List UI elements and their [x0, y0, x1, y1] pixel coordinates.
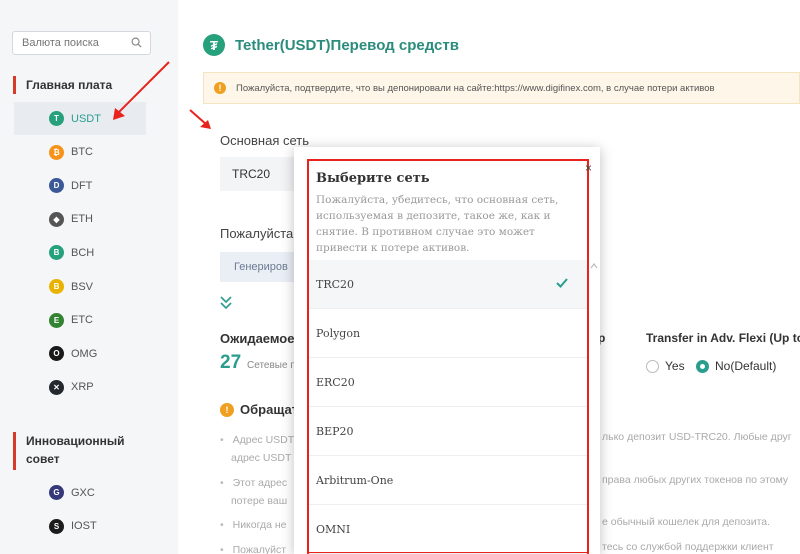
radio-no-circle[interactable]	[696, 359, 709, 373]
main-board-title: Главная плата	[13, 76, 112, 94]
close-icon[interactable]: ×	[585, 161, 592, 175]
title-row: ₮ Tether(USDT)Перевод средств	[203, 34, 459, 56]
btc-coin-icon: ₿	[49, 144, 64, 160]
innovation-title-line1: Инновационный	[26, 434, 125, 448]
bullet-line: Адрес USDT	[232, 434, 295, 446]
confirmations-label: Сетевые п	[247, 360, 296, 371]
bullet-continuation: тесь со службой поддержки клиент	[602, 541, 774, 553]
bullet-line: Этот адрес	[232, 477, 288, 489]
bullet-line: адрес USDT	[231, 452, 292, 464]
sidebar-item-eth[interactable]: ◆ ETH	[14, 203, 146, 236]
check-icon	[556, 278, 568, 288]
sidebar-item-label: XRP	[71, 381, 94, 394]
network-option-omni[interactable]: OMNI	[309, 505, 587, 554]
sidebar: Главная плата T USDT ₿ BTC D DFT ◆ ETH B BCH B BSV E…	[0, 0, 165, 554]
sidebar-item-omg[interactable]: O OMG	[14, 337, 146, 370]
bullet-continuation: права любых других токенов по этому	[602, 474, 789, 486]
confirmations-count: 27	[220, 352, 242, 373]
bch-coin-icon: B	[49, 245, 64, 261]
gxc-coin-icon: G	[49, 485, 64, 500]
sidebar-item-label: DFT	[71, 179, 93, 192]
scroll-up-icon[interactable]	[590, 262, 598, 270]
network-option-label: ERC20	[316, 375, 355, 389]
search-icon[interactable]	[131, 37, 142, 48]
sidebar-item-label: BTC	[71, 146, 93, 159]
sidebar-item-btc[interactable]: ₿ BTC	[14, 136, 146, 169]
bullet-item: Пожалуйст	[220, 541, 286, 554]
network-option-label: BEP20	[316, 424, 354, 438]
tether-logo-icon: ₮	[203, 34, 225, 56]
search-box[interactable]	[12, 31, 151, 55]
sidebar-item-bch[interactable]: B BCH	[14, 236, 146, 269]
network-option-label: Arbitrum-One	[316, 473, 394, 487]
network-label: Основная сеть	[220, 133, 310, 148]
attention-title: Обращат	[240, 402, 299, 417]
bullet-continuation: е обычный кошелек для депозита.	[602, 516, 771, 528]
bullet-line: Никогда не	[232, 519, 287, 531]
radio-yes[interactable]: Yes	[646, 359, 685, 373]
transfer-title: Transfer in Adv. Flexi (Up to	[646, 331, 800, 345]
double-chevron-down-icon[interactable]	[219, 295, 233, 311]
bullet-line: потере ваш	[231, 495, 288, 507]
bullet-continuation: лько депозит USD-TRC20. Любые друг	[602, 431, 792, 443]
omg-coin-icon: O	[49, 346, 64, 362]
notice-text: Пожалуйста, подтвердите, что вы депониро…	[236, 82, 715, 94]
usdt-coin-icon: T	[49, 111, 64, 126]
bullet-item: Никогда не	[220, 516, 287, 534]
sidebar-item-usdt[interactable]: T USDT	[14, 102, 146, 135]
sidebar-item-label: GXC	[71, 486, 95, 499]
network-option-bep20[interactable]: BEP20	[309, 407, 587, 456]
radio-yes-label: Yes	[665, 359, 685, 373]
sidebar-item-label: BCH	[71, 246, 95, 259]
deposit-notice: ! Пожалуйста, подтвердите, что вы депони…	[203, 72, 800, 104]
modal-title: Выберите сеть	[316, 171, 430, 186]
innovation-title-line2: совет	[26, 452, 60, 466]
warning-icon: !	[214, 82, 226, 94]
innovation-board-title: Инновационный совет	[13, 432, 125, 470]
sidebar-item-gxc[interactable]: G GXC	[14, 476, 146, 509]
radio-yes-circle[interactable]	[646, 359, 659, 373]
dft-coin-icon: D	[49, 178, 64, 194]
network-option-polygon[interactable]: Polygon	[309, 309, 587, 358]
bullet-line: Пожалуйст	[232, 544, 287, 554]
attention-warning-icon: !	[220, 402, 234, 417]
network-option-trc20[interactable]: TRC20	[309, 260, 587, 309]
iost-coin-icon: S	[49, 518, 64, 534]
page-title: Tether(USDT)Перевод средств	[235, 36, 459, 54]
bsv-coin-icon: B	[49, 279, 64, 294]
sidebar-item-etc[interactable]: E ETC	[14, 304, 146, 337]
sidebar-item-label: BSV	[71, 280, 94, 293]
sidebar-item-label: USDT	[71, 112, 101, 125]
sidebar-item-iost[interactable]: S IOST	[14, 510, 146, 543]
eth-coin-icon: ◆	[49, 211, 64, 227]
generate-address-button[interactable]: Генериров	[220, 252, 300, 282]
sidebar-item-label: ETH	[71, 213, 93, 226]
network-list: TRC20 Polygon ERC20 BEP20 Arbitrum-One OMNI	[309, 260, 587, 554]
bullet-item: Этот адрес потере ваш	[220, 474, 287, 510]
network-option-arbitrum-one[interactable]: Arbitrum-One	[309, 456, 587, 505]
sidebar-item-label: IOST	[71, 520, 97, 533]
expected-arrival-title: Ожидаемое	[220, 331, 295, 346]
network-option-label: TRC20	[316, 277, 355, 291]
etc-coin-icon: E	[49, 312, 64, 328]
sidebar-item-bsv[interactable]: B BSV	[14, 270, 146, 303]
attention-heading: ! Обращат	[220, 402, 298, 417]
search-input[interactable]	[13, 32, 123, 54]
modal-description: Пожалуйста, убедитесь, что основная сеть…	[316, 194, 559, 254]
network-select[interactable]: TRC20	[220, 157, 300, 191]
please-text: Пожалуйста,	[220, 226, 297, 241]
radio-no-label: No(Default)	[715, 359, 777, 373]
radio-no[interactable]: No(Default)	[696, 359, 776, 373]
network-option-label: OMNI	[316, 522, 351, 536]
network-select-modal: × Выберите сеть Пожалуйста, убедитесь, ч…	[294, 147, 600, 554]
bullet-item: Адрес USDT адрес USDT	[220, 431, 294, 467]
sidebar-item-xrp[interactable]: ✕ XRP	[14, 371, 146, 404]
sidebar-item-label: ETC	[71, 314, 93, 327]
sidebar-item-label: OMG	[71, 347, 98, 360]
sidebar-item-dft[interactable]: D DFT	[14, 169, 146, 202]
network-option-label: Polygon	[316, 326, 361, 340]
xrp-coin-icon: ✕	[49, 379, 64, 395]
network-option-erc20[interactable]: ERC20	[309, 358, 587, 407]
